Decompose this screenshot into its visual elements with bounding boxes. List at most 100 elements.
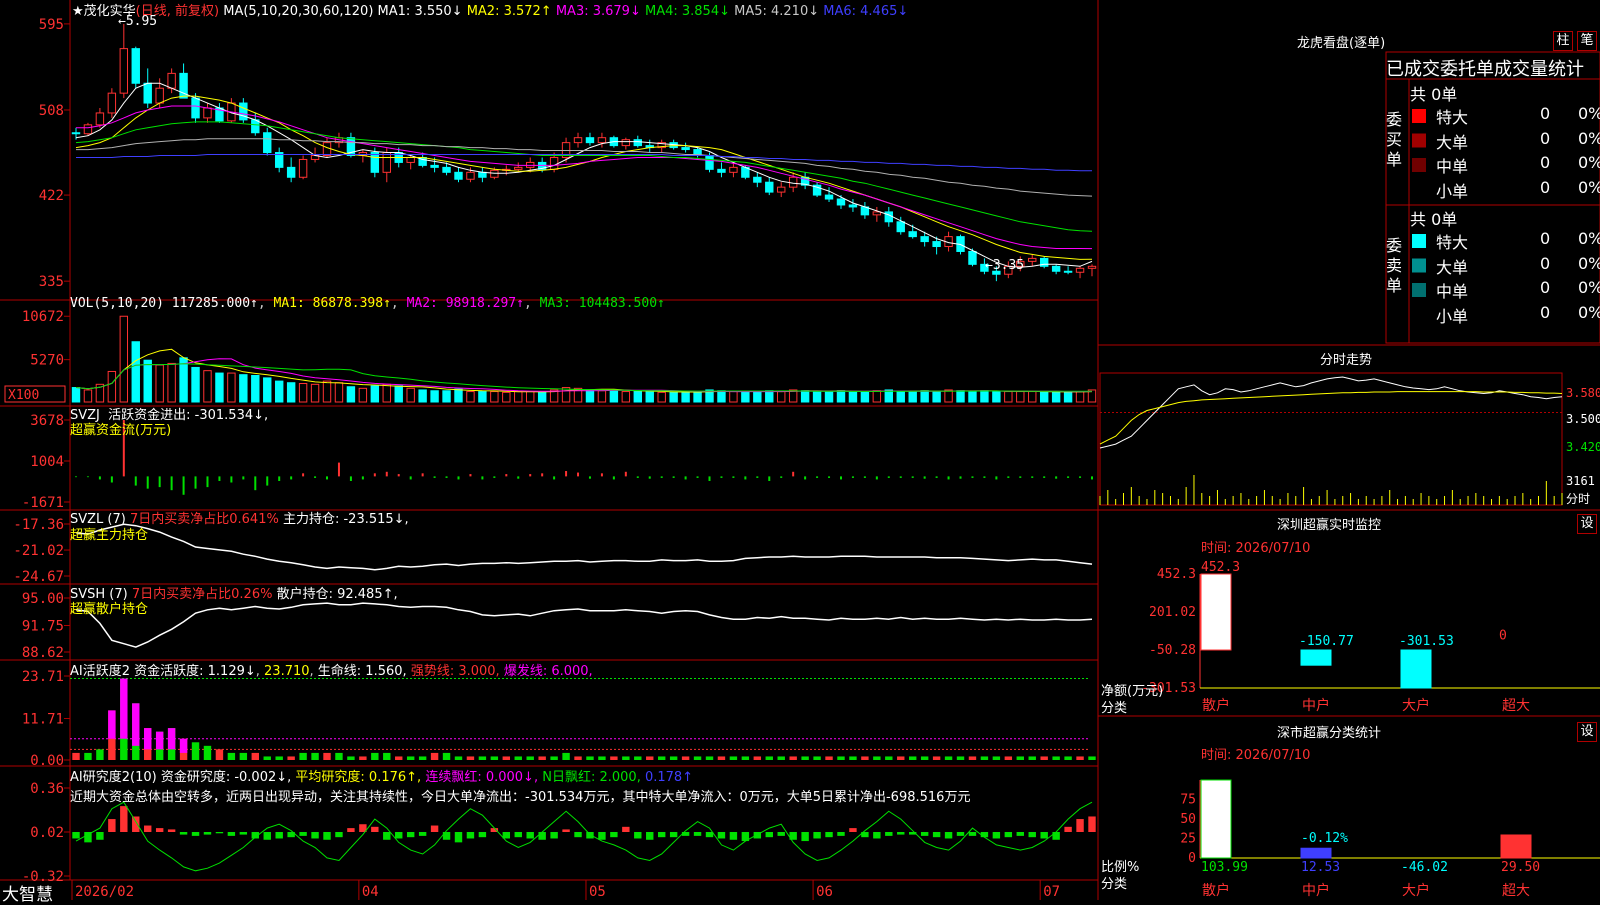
research-bar <box>311 832 319 839</box>
research-bar <box>968 832 977 836</box>
sell-side-label: 委卖单 <box>1386 236 1403 295</box>
candle-up <box>119 48 129 94</box>
x-label-2026/02: 2026/02 <box>75 884 134 900</box>
svsh-line <box>75 602 1093 648</box>
research-bar <box>96 832 104 840</box>
chart-canvas[interactable]: 2026/02 04 05 06 07 595 508 422 335 10672 5270 X100… <box>0 0 1600 900</box>
high-note: ←5.95 <box>118 14 158 29</box>
candle-down <box>705 154 714 170</box>
ai2-bar <box>287 756 295 760</box>
intraday-avg-line <box>1099 391 1563 445</box>
candle-up <box>1087 265 1097 269</box>
ai2-bar <box>741 756 750 760</box>
ai2-bar <box>968 756 977 760</box>
candle-down <box>263 132 272 154</box>
candle-up <box>95 112 105 126</box>
sz-class-cat-1: 中户 <box>1302 882 1330 899</box>
research-bar <box>108 819 116 832</box>
x-label-06: 06 <box>816 884 833 900</box>
ai2-bar <box>466 756 475 760</box>
volume-bar <box>203 370 212 403</box>
research-bar <box>550 832 558 839</box>
volume-bar <box>609 389 619 403</box>
buy-row-val-0: 0 <box>1540 104 1551 123</box>
ai2-bar <box>299 752 307 760</box>
volume-bar <box>406 387 415 403</box>
research-bar <box>956 832 965 836</box>
volume-bar <box>263 377 272 403</box>
ai2-bar <box>347 756 355 760</box>
volume-bar <box>657 391 666 403</box>
research-bar <box>275 832 283 839</box>
volume-bar <box>753 391 762 403</box>
volume-bar <box>490 391 499 403</box>
candle-up <box>788 176 798 188</box>
intraday-volmax: 3161 <box>1566 474 1595 488</box>
star-icon: ★ <box>72 4 84 19</box>
candle-up <box>526 161 535 168</box>
ma-line-5 <box>76 138 1093 197</box>
research-bar <box>395 832 403 839</box>
candle-down <box>836 198 846 206</box>
candle-down <box>765 181 774 193</box>
buy-swatch-0 <box>1412 109 1426 123</box>
intraday-tick-1: 3.580 <box>1566 386 1600 400</box>
research-cont: 连续飘红: 0.000↓, <box>425 770 539 785</box>
ma-value-4: MA4: 3.854↓ <box>640 4 730 19</box>
candle-down <box>908 231 917 238</box>
research-bar <box>335 832 343 838</box>
volume-bar <box>394 385 403 403</box>
sz-monitor-settings-button[interactable]: 设 <box>1577 514 1597 534</box>
volume-bar <box>1051 391 1061 403</box>
ai2-bar <box>634 756 642 760</box>
zhu-button[interactable]: 柱 <box>1553 31 1573 51</box>
buy-swatch-3 <box>1412 182 1426 197</box>
research-bar <box>992 832 1001 839</box>
volume-bar <box>143 359 152 403</box>
ai2-bar <box>1016 756 1024 760</box>
vol-ma2: MA2: 98918.297↑ <box>406 296 524 311</box>
ai2-bar <box>1064 756 1072 760</box>
ai2-magenta-bar <box>120 678 128 739</box>
research-nday: N日飘红: 2.000, <box>542 770 641 785</box>
research-bar <box>323 832 331 840</box>
bi-button[interactable]: 笔 <box>1577 31 1597 51</box>
volume-bar <box>777 391 786 403</box>
ai2-bar <box>1004 756 1013 760</box>
ai2-bar <box>311 752 319 760</box>
candle-down <box>286 166 296 178</box>
ai2-bar <box>693 756 702 760</box>
sell-swatch-2 <box>1412 283 1426 297</box>
ai2-bar <box>550 756 558 760</box>
buy-swatch-2 <box>1412 158 1426 172</box>
vol-header: VOL(5,10,20) 117285.000↑, MA1: 86878.398… <box>70 296 665 311</box>
sell-row-name-0: 特大 <box>1436 233 1469 252</box>
ai2-bar <box>263 756 271 760</box>
candle-up <box>729 166 738 173</box>
ai2-bar <box>502 756 511 760</box>
intraday-tick-2: 3.500 <box>1566 412 1600 426</box>
ai2-bar <box>944 756 953 760</box>
volume-bar <box>191 366 200 403</box>
volume-bar <box>334 382 344 403</box>
volume-bar <box>274 380 284 403</box>
volume-bar <box>621 391 631 403</box>
svzj-y-tick-2: -1671 <box>22 495 64 511</box>
volume-bar <box>765 390 774 403</box>
brand-label[interactable]: 大智慧 <box>2 880 53 905</box>
sz-monitor-bar-0 <box>1200 573 1232 651</box>
sz-class-settings-button[interactable]: 设 <box>1577 722 1597 742</box>
sz-class-label-2: -46.02 <box>1401 860 1448 875</box>
volume-bar <box>119 315 129 403</box>
vol-value: 117285.000↑ <box>171 296 258 311</box>
sz-class-title: 深市超赢分类统计 <box>1277 726 1382 741</box>
sz-monitor-cat-0: 散户 <box>1202 697 1230 714</box>
ai2-bar <box>574 756 582 760</box>
svzl-subtitle: 超赢主力持仓 <box>70 528 149 543</box>
ai2-bar <box>813 756 821 760</box>
ai2-bar <box>215 749 224 760</box>
buy-row-pct-0: 0% <box>1578 104 1600 123</box>
ai2-bar <box>777 756 785 760</box>
ai2-magenta-bar <box>179 738 188 753</box>
ai2-bar <box>1040 756 1048 760</box>
